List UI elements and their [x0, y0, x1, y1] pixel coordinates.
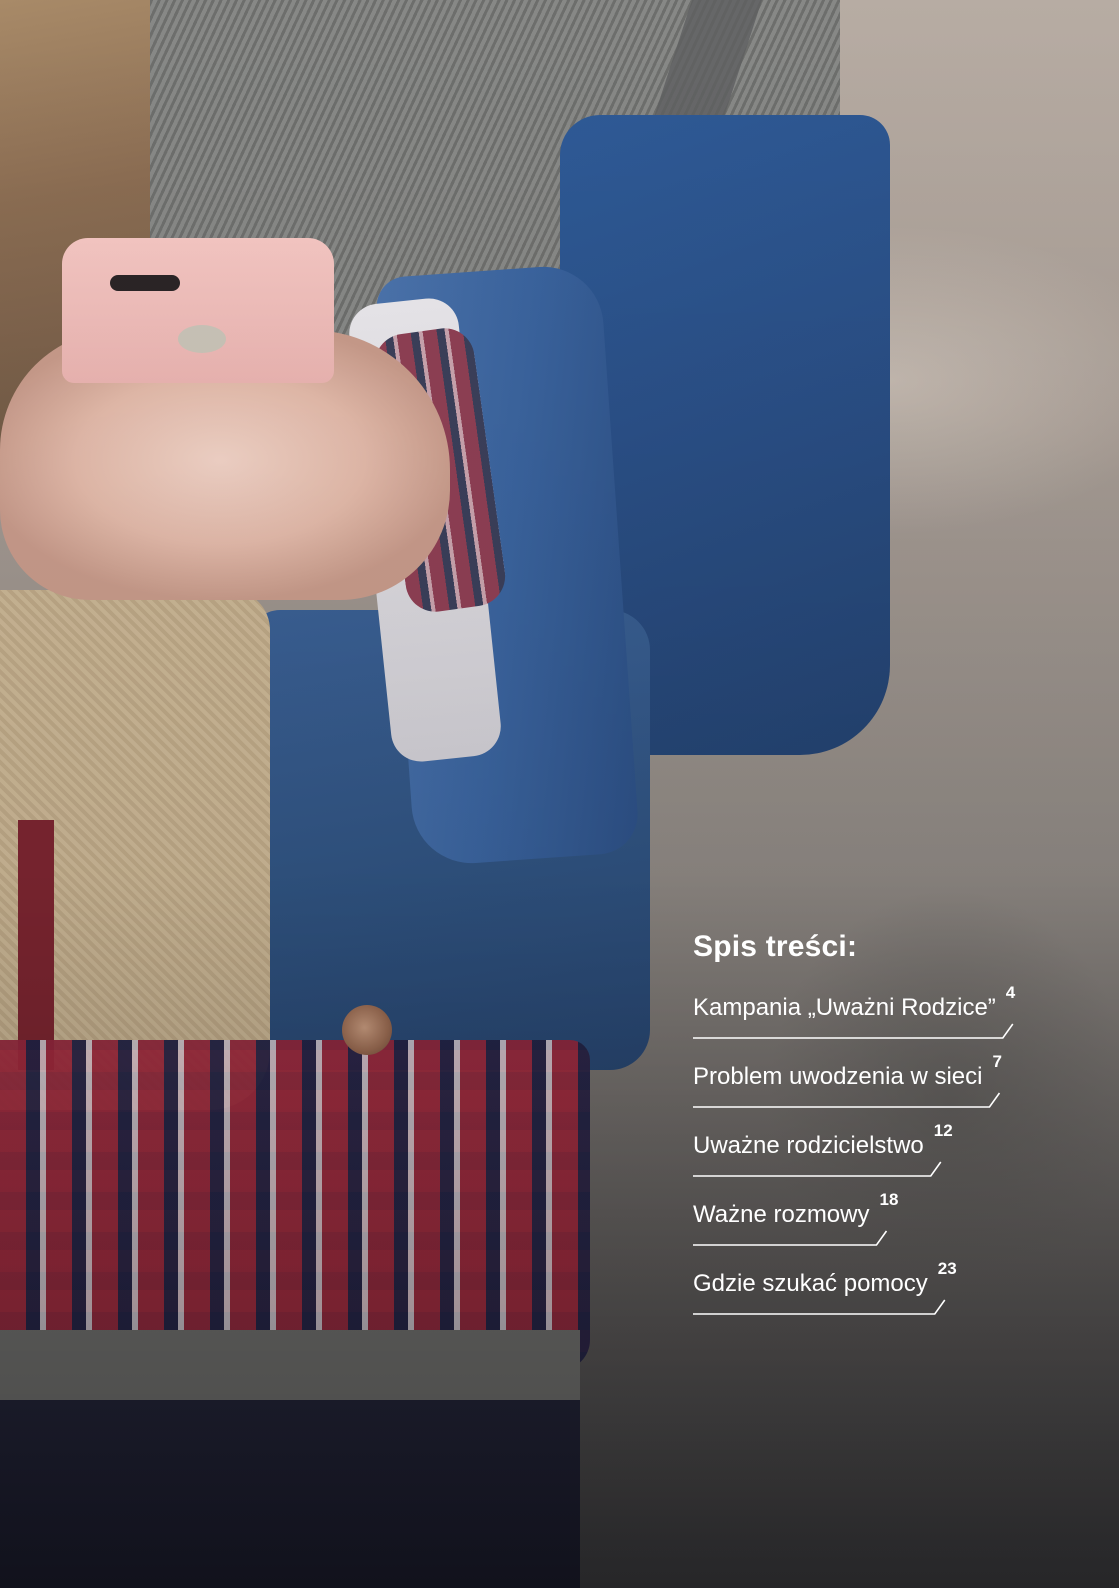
toc-page-number: 7	[992, 1052, 1002, 1071]
toc-item-label: Kampania „Uważni Rodzice”	[693, 994, 996, 1021]
toc-page-number: 23	[937, 1259, 957, 1278]
toc-item[interactable]: Uważne rodzicielstwo 12	[693, 1120, 1053, 1189]
toc-item-label: Ważne rozmowy	[693, 1201, 870, 1228]
toc-item-label: Gdzie szukać pomocy	[693, 1270, 928, 1297]
background-photo	[0, 0, 1119, 1588]
toc-underline	[693, 1230, 888, 1246]
toc-underline	[693, 1161, 942, 1177]
toc-item[interactable]: Gdzie szukać pomocy 23	[693, 1258, 1053, 1327]
toc-underline	[693, 1299, 946, 1315]
toc-underline	[693, 1092, 1001, 1108]
toc-page-number: 4	[1005, 983, 1016, 1002]
toc-underline	[693, 1023, 1014, 1039]
toc-page-number: 18	[879, 1190, 899, 1209]
toc-item[interactable]: Problem uwodzenia w sieci 7	[693, 1051, 1053, 1120]
toc-item-label: Uważne rodzicielstwo	[693, 1132, 924, 1159]
toc-item[interactable]: Kampania „Uważni Rodzice” 4	[693, 982, 1053, 1051]
table-of-contents: Spis treści: Kampania „Uważni Rodzice” 4 P…	[693, 930, 1053, 1327]
photo-shade	[0, 0, 1119, 1588]
toc-item[interactable]: Ważne rozmowy 18	[693, 1189, 1053, 1258]
toc-title: Spis treści:	[693, 930, 858, 963]
toc-list: Kampania „Uważni Rodzice” 4 Problem uwodze…	[693, 982, 1053, 1327]
toc-item-label: Problem uwodzenia w sieci	[693, 1063, 983, 1090]
toc-page-number: 12	[933, 1121, 953, 1140]
